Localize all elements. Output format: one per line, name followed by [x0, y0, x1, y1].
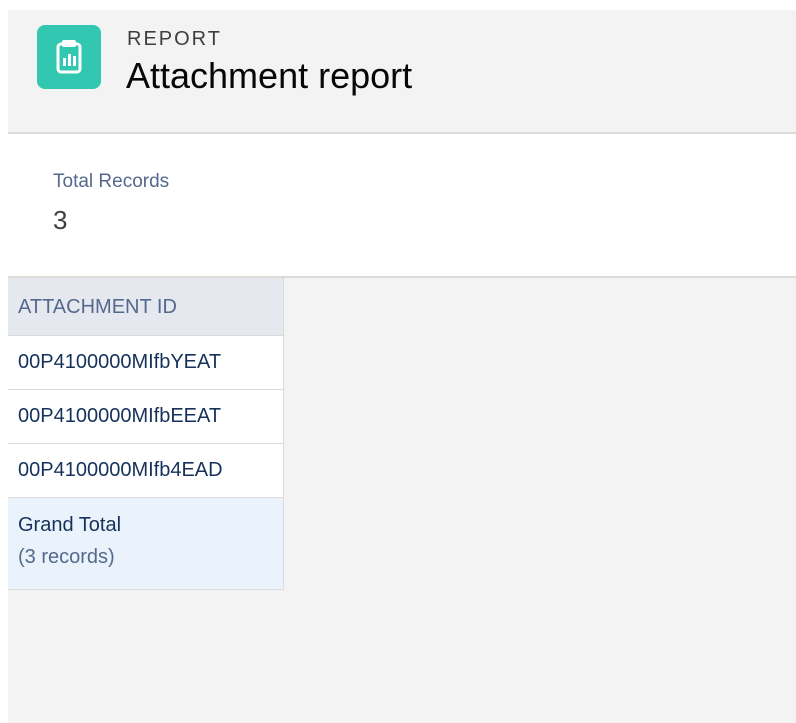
grand-total-row: Grand Total (3 records) — [8, 498, 283, 590]
page-title: Attachment report — [126, 55, 413, 96]
total-records-label: Total Records — [53, 171, 170, 192]
table-row[interactable]: 00P4100000MIfb4EAD — [8, 444, 283, 498]
report-table: ATTACHMENT ID 00P4100000MIfbYEAT 00P4100… — [8, 278, 284, 590]
table-row[interactable]: 00P4100000MIfbEEAT — [8, 390, 283, 444]
column-header-attachment-id[interactable]: ATTACHMENT ID — [8, 278, 283, 336]
total-records-value: 3 — [53, 205, 68, 235]
table-row[interactable]: 00P4100000MIfbYEAT — [8, 336, 283, 390]
report-icon — [37, 25, 101, 89]
page-header: REPORT Attachment report — [8, 10, 796, 134]
grand-total-label: Grand Total — [18, 514, 122, 536]
summary-panel: Total Records 3 — [8, 134, 796, 278]
grand-total-count: (3 records) — [18, 546, 115, 568]
object-type-label: REPORT — [127, 28, 222, 50]
report-page: REPORT Attachment report Total Records 3… — [8, 10, 796, 723]
